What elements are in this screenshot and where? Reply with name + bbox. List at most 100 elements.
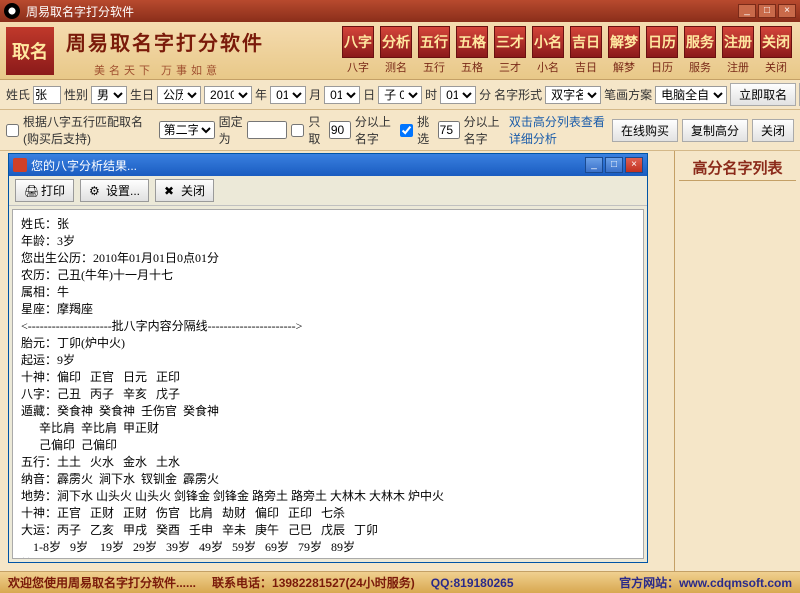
year-select[interactable]: 2010 — [204, 86, 252, 104]
analysis-min-button[interactable]: _ — [585, 157, 603, 173]
only-take-label: 只取 — [308, 113, 325, 147]
sidebar-title: 高分名字列表 — [679, 155, 796, 181]
sex-select[interactable]: 男 — [91, 86, 127, 104]
nav-label: 日历 — [644, 59, 680, 75]
nav-注册[interactable]: 注册注册 — [720, 26, 756, 75]
footer-welcome: 欢迎您使用周易取名字打分软件...... — [8, 574, 196, 591]
analysis-icon — [13, 158, 27, 172]
nav-五行[interactable]: 五行五行 — [416, 26, 452, 75]
hour-label: 时 — [425, 86, 437, 103]
score90-input[interactable] — [329, 121, 351, 139]
nav-日历[interactable]: 日历日历 — [644, 26, 680, 75]
nav-icon: 小名 — [532, 26, 564, 58]
analysis-close-button[interactable]: × — [625, 157, 643, 173]
close-button[interactable]: × — [778, 4, 796, 18]
analysis-titlebar: 您的八字分析结果... _ □ × — [9, 154, 647, 176]
day-select[interactable]: 01 — [324, 86, 360, 104]
nav-五格[interactable]: 五格五格 — [454, 26, 490, 75]
nav-buttons: 八字八字分析测名五行五行五格五格三才三才小名小名吉日吉日解梦解梦日历日历服务服务… — [280, 26, 794, 75]
nav-icon: 关闭 — [760, 26, 792, 58]
maximize-button[interactable]: □ — [758, 4, 776, 18]
close-options-button[interactable]: 关闭 — [752, 119, 794, 142]
logo: 取名 — [6, 27, 54, 75]
main-panel: 您的八字分析结果... _ □ × 🖨打印 ⚙设置... ✖关闭 姓氏：张 年龄… — [0, 151, 674, 571]
app-title: 周易取名字打分软件 — [62, 23, 268, 60]
footer-site[interactable]: 官方网站：www.cdqmsoft.com — [619, 574, 792, 591]
calendar-select[interactable]: 公历 — [157, 86, 201, 104]
analysis-document[interactable]: 姓氏：张 年龄：3岁 您出生公历：2010年01月01日0点01分 农历：己丑(… — [12, 209, 644, 559]
footer-qq: QQ:819180265 — [431, 576, 514, 590]
nav-label: 服务 — [682, 59, 718, 75]
close-analysis-button[interactable]: ✖关闭 — [155, 179, 214, 202]
second-char-select[interactable]: 第二字 — [159, 121, 215, 139]
stroke-plan-label: 笔画方案 — [604, 86, 652, 103]
nav-icon: 五格 — [456, 26, 488, 58]
month-select[interactable]: 01 — [270, 86, 306, 104]
nav-三才[interactable]: 三才三才 — [492, 26, 528, 75]
nav-测名[interactable]: 分析测名 — [378, 26, 414, 75]
nav-吉日[interactable]: 吉日吉日 — [568, 26, 604, 75]
nav-icon: 五行 — [418, 26, 450, 58]
nav-label: 五格 — [454, 59, 490, 75]
app-icon — [4, 3, 20, 19]
nav-label: 吉日 — [568, 59, 604, 75]
copy-button[interactable]: 复制高分 — [682, 119, 748, 142]
analysis-max-button[interactable]: □ — [605, 157, 623, 173]
nav-解梦[interactable]: 解梦解梦 — [606, 26, 642, 75]
bazi-match-checkbox[interactable] — [6, 124, 19, 137]
surname-label: 姓氏 — [6, 86, 30, 103]
content-area: 您的八字分析结果... _ □ × 🖨打印 ⚙设置... ✖关闭 姓氏：张 年龄… — [0, 151, 800, 571]
fixed-label: 固定为 — [219, 113, 244, 147]
stroke-plan-select[interactable]: 电脑全自动 — [655, 86, 727, 104]
nav-label: 注册 — [720, 59, 756, 75]
pick-label: 挑选 — [417, 113, 434, 147]
minimize-button[interactable]: _ — [738, 4, 756, 18]
fixed-input[interactable] — [247, 121, 287, 139]
surname-input[interactable] — [33, 86, 61, 104]
analysis-title: 您的八字分析结果... — [31, 157, 137, 174]
sex-label: 性别 — [64, 86, 88, 103]
nav-服务[interactable]: 服务服务 — [682, 26, 718, 75]
nav-icon: 注册 — [722, 26, 754, 58]
app-subtitle: 美名天下 万事如意 — [62, 62, 268, 78]
printer-icon: 🖨 — [24, 184, 38, 198]
settings-button[interactable]: ⚙设置... — [80, 179, 149, 202]
nav-icon: 服务 — [684, 26, 716, 58]
pick-checkbox[interactable] — [400, 124, 413, 137]
hour-select[interactable]: 子 0 — [378, 86, 422, 104]
print-button[interactable]: 🖨打印 — [15, 179, 74, 202]
nav-icon: 吉日 — [570, 26, 602, 58]
gear-icon: ⚙ — [89, 184, 103, 198]
nav-label: 解梦 — [606, 59, 642, 75]
birthday-label: 生日 — [130, 86, 154, 103]
nav-icon: 三才 — [494, 26, 526, 58]
buy-button[interactable]: 在线购买 — [612, 119, 678, 142]
app-title-block: 周易取名字打分软件 美名天下 万事如意 — [62, 23, 268, 78]
nav-label: 八字 — [340, 59, 376, 75]
nav-icon: 分析 — [380, 26, 412, 58]
app-header: 取名 周易取名字打分软件 美名天下 万事如意 八字八字分析测名五行五行五格五格三… — [0, 22, 800, 80]
bazi-match-label: 根据八字五行匹配取名 (购买后支持) — [23, 113, 155, 147]
footer: 欢迎您使用周易取名字打分软件...... 联系电话：13982281527(24… — [0, 571, 800, 593]
nav-icon: 日历 — [646, 26, 678, 58]
generate-button[interactable]: 立即取名 — [730, 83, 796, 106]
nav-label: 测名 — [378, 59, 414, 75]
only-take-checkbox[interactable] — [291, 124, 304, 137]
score75-label: 分以上名字 — [464, 113, 505, 147]
nav-八字[interactable]: 八字八字 — [340, 26, 376, 75]
name-form-select[interactable]: 双字名 — [545, 86, 601, 104]
score75-input[interactable] — [438, 121, 460, 139]
minute-label: 分 — [479, 86, 491, 103]
nav-关闭[interactable]: 关闭关闭 — [758, 26, 794, 75]
year-label: 年 — [255, 86, 267, 103]
minute-select[interactable]: 01 — [440, 86, 476, 104]
nav-小名[interactable]: 小名小名 — [530, 26, 566, 75]
nav-icon: 八字 — [342, 26, 374, 58]
detail-link[interactable]: 双击高分列表查看详细分析 — [509, 113, 608, 147]
input-toolbar: 姓氏 性别 男 生日 公历 2010 年 01 月 01 日 子 0 时 01 … — [0, 80, 800, 110]
sidebar: 高分名字列表 — [674, 151, 800, 571]
score90-label: 分以上名字 — [355, 113, 396, 147]
footer-contact: 联系电话：13982281527(24小时服务) — [212, 574, 415, 591]
nav-label: 小名 — [530, 59, 566, 75]
nav-label: 关闭 — [758, 59, 794, 75]
